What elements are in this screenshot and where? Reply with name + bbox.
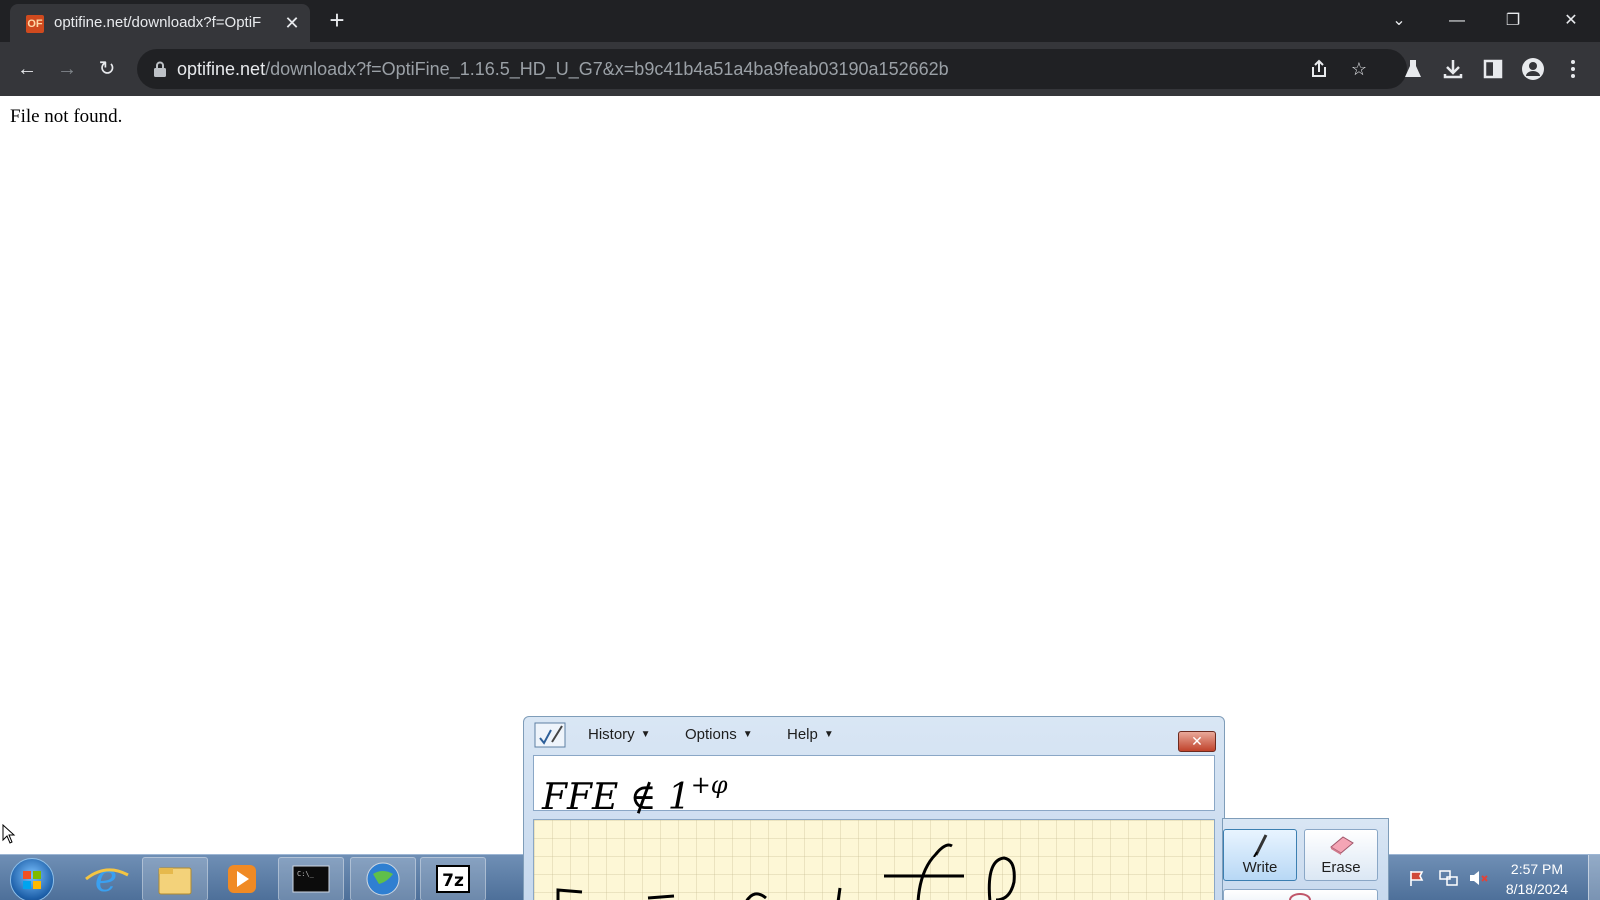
write-button[interactable]: Write (1223, 829, 1297, 881)
clock-date: 8/18/2024 (1505, 881, 1569, 897)
chevron-down-icon: ▼ (823, 729, 834, 740)
profile-icon[interactable] (1520, 56, 1546, 82)
erase-button[interactable]: Erase (1304, 829, 1378, 881)
lock-icon[interactable] (153, 61, 167, 77)
reload-button[interactable]: ↻ (93, 55, 121, 83)
tab-bar: OF optifine.net/downloadx?f=OptiF ✕ + ⌄ … (0, 0, 1600, 42)
math-panel-titlebar[interactable]: History ▼ Options ▼ Help ▼ ✕ (524, 717, 1224, 753)
share-icon[interactable] (1307, 57, 1331, 81)
labs-flask-icon[interactable] (1400, 56, 1426, 82)
svg-text:7z: 7z (442, 871, 464, 891)
options-menu[interactable]: Options ▼ (685, 726, 753, 743)
network-status-icon[interactable] (1438, 869, 1460, 887)
browser-tab[interactable]: OF optifine.net/downloadx?f=OptiF ✕ (10, 4, 310, 42)
back-button[interactable]: ← (13, 55, 41, 83)
handwriting-strokes (556, 843, 1016, 900)
menu-icon[interactable] (1560, 56, 1586, 82)
tab-close-icon[interactable]: ✕ (282, 13, 302, 33)
math-input-panel: History ▼ Options ▼ Help ▼ ✕ FFE ∉ 1+φ (523, 716, 1225, 900)
history-menu[interactable]: History ▼ (588, 726, 651, 743)
options-menu-label: Options (685, 726, 737, 743)
close-window-button[interactable]: ✕ (1556, 6, 1586, 36)
file-explorer-icon[interactable] (142, 857, 208, 900)
flag-warning-icon[interactable] (1408, 869, 1430, 887)
tab-title: optifine.net/downloadx?f=OptiF (54, 14, 262, 31)
start-orb[interactable] (10, 858, 54, 900)
media-player-icon[interactable] (210, 857, 274, 899)
new-tab-button[interactable]: + (324, 7, 350, 34)
eraser-icon (1330, 836, 1354, 855)
network-globe-icon[interactable] (350, 857, 416, 900)
help-menu-label: Help (787, 726, 818, 743)
download-icon[interactable] (1440, 56, 1466, 82)
math-panel-close-button[interactable]: ✕ (1178, 731, 1216, 752)
minimize-button[interactable]: — (1442, 6, 1472, 36)
recognized-formula: FFE ∉ 1+φ (542, 764, 728, 819)
show-desktop-button[interactable] (1588, 855, 1600, 900)
mouse-cursor-icon (2, 824, 16, 844)
help-menu[interactable]: Help ▼ (787, 726, 834, 743)
chevron-down-icon: ▼ (742, 729, 753, 740)
star-icon[interactable]: ☆ (1347, 57, 1371, 81)
internet-explorer-icon[interactable]: e (74, 856, 138, 900)
volume-muted-icon[interactable] (1468, 869, 1490, 887)
url-host: optifine.net (177, 59, 266, 79)
forward-button[interactable]: → (53, 55, 81, 83)
tab-search-dropdown-icon[interactable]: ⌄ (1384, 6, 1414, 36)
restore-button[interactable]: ❐ (1498, 6, 1528, 36)
file-not-found-message: File not found. (10, 106, 123, 127)
side-panel-icon[interactable] (1480, 56, 1506, 82)
history-menu-label: History (588, 726, 635, 743)
clock-time: 2:57 PM (1510, 861, 1564, 877)
write-label: Write (1242, 859, 1278, 876)
chevron-down-icon: ▼ (640, 729, 651, 740)
7zip-icon[interactable]: 7z (420, 857, 486, 900)
url-text[interactable]: optifine.net/downloadx?f=OptiFine_1.16.5… (177, 59, 949, 79)
math-preview-area: FFE ∉ 1+φ (533, 755, 1215, 818)
svg-text:e: e (95, 857, 118, 899)
erase-label: Erase (1321, 859, 1361, 876)
address-bar[interactable]: optifine.net/downloadx?f=OptiFine_1.16.5… (137, 49, 1407, 89)
url-path: /downloadx?f=OptiFine_1.16.5_HD_U_G7&x=b… (265, 59, 949, 79)
select-and-correct-button[interactable] (1223, 889, 1378, 900)
math-input-app-icon (534, 722, 566, 748)
formula-superscript: +φ (690, 771, 728, 799)
browser-toolbar: ← → ↻ optifine.net/downloadx?f=OptiFine_… (0, 42, 1600, 96)
windows-logo-icon (23, 871, 41, 889)
handwriting-canvas[interactable] (533, 819, 1215, 900)
clock[interactable]: 2:57 PM 8/18/2024 (1492, 859, 1582, 899)
optifine-favicon-icon: OF (26, 15, 44, 33)
lasso-icon (1289, 893, 1311, 900)
formula-main: FFE ∉ 1 (542, 777, 691, 818)
pen-icon (1253, 834, 1268, 857)
command-prompt-icon[interactable]: C:\_ (278, 857, 344, 900)
math-tools-panel: Write Erase (1222, 818, 1389, 900)
svg-text:C:\_: C:\_ (297, 870, 315, 878)
